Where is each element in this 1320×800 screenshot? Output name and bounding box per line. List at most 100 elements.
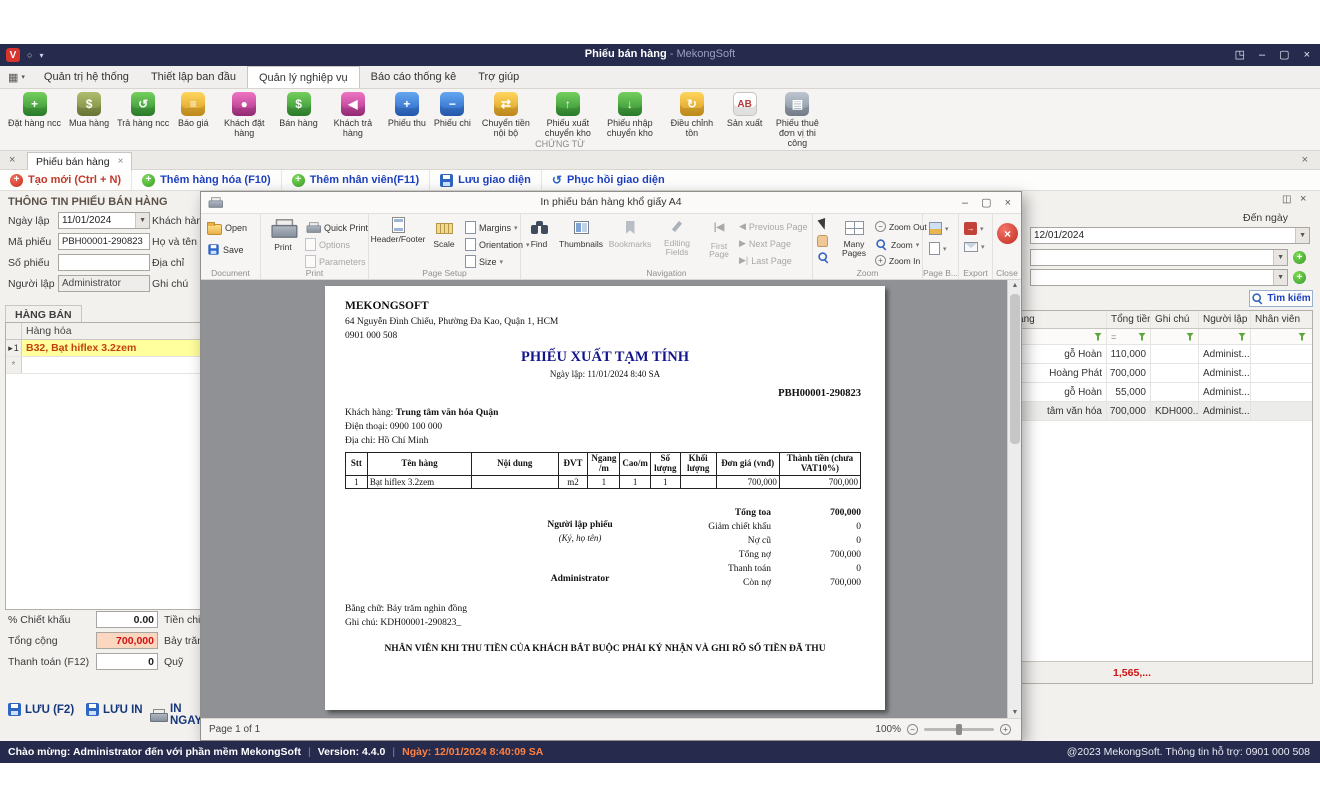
last-page-button[interactable]: ▶|Last Page [739,255,792,266]
ribbon-item-dat-hang-ncc[interactable]: +Đặt hàng ncc [4,89,65,128]
dropdown-icon[interactable]: ▼ [1295,228,1309,243]
filter-icon[interactable] [1238,333,1246,341]
ribbon-item-khach-dat-hang[interactable]: ●Khách đặt hàng [213,89,275,138]
restore-layout-button[interactable]: ↺ Phục hồi giao diện [542,170,675,190]
zoom-slider-thumb[interactable] [956,724,962,735]
tab-phieu-ban-hang[interactable]: Phiếu bán hàng × [27,152,132,170]
send-email-button[interactable]: ▾ [964,242,985,252]
ribbon-item-ban-hang[interactable]: $Bán hàng [275,89,322,128]
refresh-filter-2-icon[interactable]: + [1293,271,1306,284]
zoom-button[interactable]: Zoom▾ [875,238,919,251]
quick-print-button[interactable]: Quick Print [305,221,368,234]
refresh-filter-1-icon[interactable]: + [1293,251,1306,264]
parameters-button[interactable]: Parameters [305,255,366,268]
watermark-button[interactable]: ▾ [929,242,947,255]
preview-scrollbar[interactable]: ▲ ▼ [1007,280,1021,718]
menu-tab-quan-tri-he-thong[interactable]: Quản trị hệ thống [33,66,140,88]
add-employee-button[interactable]: + Thêm nhân viên(F11) [282,170,430,190]
ngay-lap-combo[interactable]: 11/01/2024 ▼ [58,212,150,229]
print-button[interactable]: Print [265,217,301,252]
tab-close-icon[interactable]: × [118,156,124,167]
scroll-thumb[interactable] [1010,294,1020,444]
ribbon-item-khach-tra-hang[interactable]: ◀Khách trả hàng [322,89,384,138]
export-document-button[interactable]: →▾ [964,222,984,235]
pointer-tool-button[interactable] [817,219,827,232]
filter-nhan-vien[interactable] [1251,329,1310,344]
menu-tab-bao-cao-thong-ke[interactable]: Báo cáo thống kê [360,66,468,88]
panel-close-icon[interactable]: × [1300,193,1306,205]
tong-cong-input[interactable]: 700,000 [96,632,158,649]
add-item-button[interactable]: + Thêm hàng hóa (F10) [132,170,282,190]
ribbon-item-phieu-chi[interactable]: −Phiếu chi [430,89,475,128]
ribbon-item-tra-hang-ncc[interactable]: ↺Trả hàng ncc [113,89,173,128]
window-minimize-icon[interactable]: – [1259,49,1265,61]
equals-filter-icon[interactable]: = [1111,332,1116,342]
options-button[interactable]: Options [305,238,350,251]
col-tong-tien[interactable]: Tổng tiền [1107,311,1151,328]
first-page-button[interactable]: |◀First Page [701,223,737,259]
scroll-down-icon[interactable]: ▼ [1008,709,1022,716]
orientation-button[interactable]: Orientation▾ [465,238,530,251]
dialog-maximize-icon[interactable]: ▢ [981,196,991,209]
header-footer-button[interactable]: Header/Footer [371,217,425,244]
magnifier-tool-button[interactable] [817,251,830,264]
menu-tab-tro-giup[interactable]: Trợ giúp [467,66,530,88]
size-button[interactable]: Size▾ [465,255,503,268]
find-button[interactable]: Find [523,221,555,249]
col-ghi-chu[interactable]: Ghi chú [1151,311,1199,328]
filter-icon[interactable] [1186,333,1194,341]
filter-ghi-chu[interactable] [1151,329,1199,344]
search-button[interactable]: Tìm kiếm [1249,290,1313,307]
save-print-button[interactable]: LƯU IN [86,703,143,716]
save-button[interactable]: LƯU (F2) [8,703,74,716]
create-new-button[interactable]: + Tạo mới (Ctrl + N) [0,170,132,190]
window-close-icon[interactable]: × [1304,49,1310,61]
panel-pin-icon[interactable]: ◫ [1282,194,1291,205]
col-nguoi-lap[interactable]: Người lập [1199,311,1251,328]
filter-icon[interactable] [1094,333,1102,341]
window-maximize-icon[interactable]: ▢ [1279,48,1289,61]
ribbon-item-bao-gia[interactable]: ≡Báo giá [173,89,213,128]
page-color-button[interactable]: ▾ [929,222,949,235]
filter-combo-1[interactable]: ▼ [1030,249,1288,266]
ribbon-item-mua-hang[interactable]: $Mua hàng [65,89,113,128]
dropdown-icon[interactable]: ▼ [135,213,149,228]
ribbon-item-phieu-nhap-chuyen-kho[interactable]: ↓Phiếu nhập chuyển kho [599,89,661,138]
ribbon-item-phieu-thu[interactable]: +Phiếu thu [384,89,430,128]
app-menu-button[interactable]: ▦ ▾ [0,71,33,84]
dialog-minimize-icon[interactable]: – [962,197,968,209]
window-expand-icon[interactable]: ◳ [1235,48,1245,61]
margins-button[interactable]: Margins▾ [465,221,518,234]
filter-tong-tien[interactable]: = [1107,329,1151,344]
bookmarks-button[interactable]: Bookmarks [607,221,653,249]
zoom-out-slider-icon[interactable]: − [907,724,918,735]
next-page-button[interactable]: ▶Next Page [739,238,791,249]
menu-tab-quan-ly-nghiep-vu[interactable]: Quản lý nghiệp vụ [247,66,360,88]
previous-page-button[interactable]: ◀Previous Page [739,221,807,232]
tab-bar-close-icon[interactable]: × [1302,154,1308,166]
nguoi-lap-input[interactable]: Administrator [58,275,150,292]
thumbnails-button[interactable]: Thumbnails [557,221,605,249]
ribbon-item-chuyen-tien-noi-bo[interactable]: ⇄Chuyển tiền nội bộ [475,89,537,138]
scale-button[interactable]: Scale [427,220,461,249]
ribbon-item-san-xuat[interactable]: ABSản xuất [723,89,767,128]
save-document-button[interactable]: Save [207,243,244,256]
zoom-in-button[interactable]: +Zoom In [875,255,920,266]
close-all-tabs-icon[interactable]: × [9,154,15,166]
zoom-out-button[interactable]: −Zoom Out [875,221,927,232]
menu-tab-thiet-lap-ban-dau[interactable]: Thiết lập ban đầu [140,66,247,88]
ribbon-item-phieu-xuat-chuyen-kho[interactable]: ↑Phiếu xuất chuyển kho [537,89,599,138]
col-nhan-vien[interactable]: Nhân viên [1251,311,1310,328]
many-pages-button[interactable]: Many Pages [835,221,873,258]
editing-fields-button[interactable]: Editing Fields [655,221,699,257]
dialog-close-icon[interactable]: × [1005,197,1011,209]
zoom-in-slider-icon[interactable]: + [1000,724,1011,735]
close-preview-button[interactable]: × [997,223,1018,244]
filter-icon[interactable] [1298,333,1306,341]
ribbon-item-dieu-chinh-ton[interactable]: ↻Điều chỉnh tồn [661,89,723,138]
dropdown-icon[interactable]: ▼ [1273,270,1287,285]
tab-hang-ban[interactable]: HÀNG BÁN [5,305,82,323]
chiet-khau-input[interactable]: 0.00 [96,611,158,628]
thanh-toan-input[interactable]: 0 [96,653,158,670]
hand-tool-button[interactable] [817,235,828,247]
